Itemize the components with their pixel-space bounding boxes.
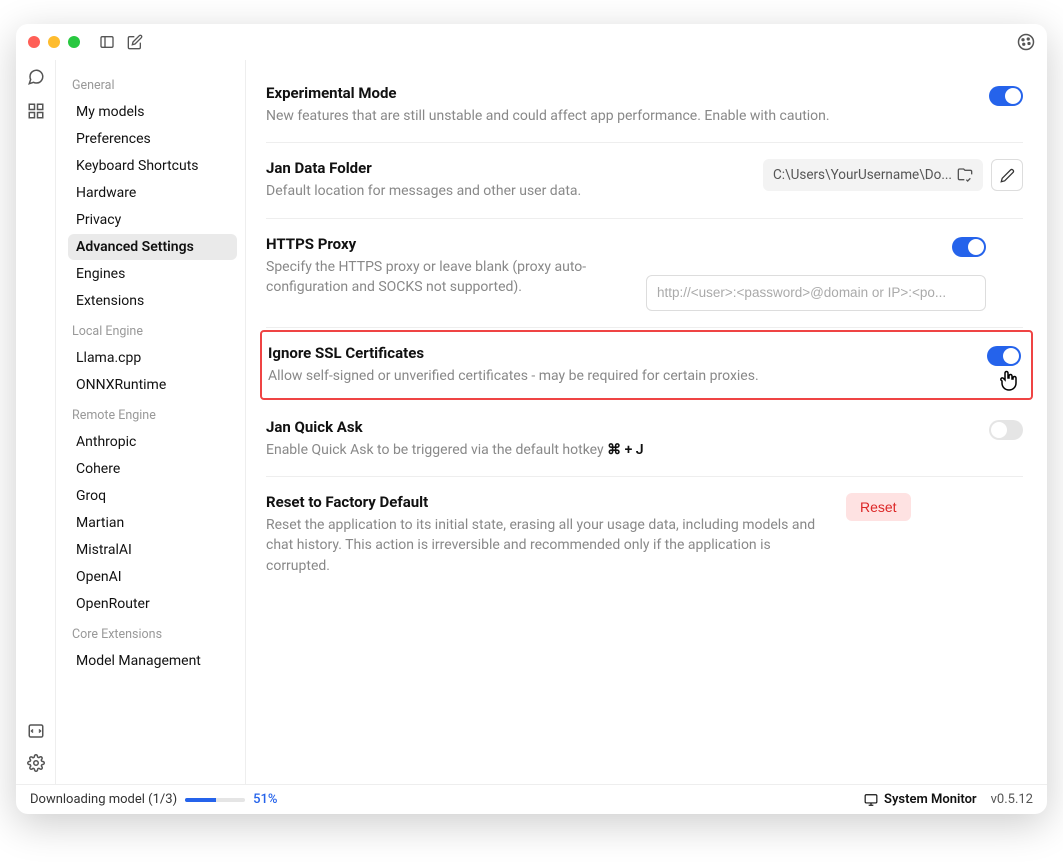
experimental-toggle[interactable] — [989, 86, 1023, 106]
sidebar-item-engines[interactable]: Engines — [68, 261, 237, 287]
settings-main: Experimental Mode New features that are … — [246, 60, 1047, 784]
setting-experimental-mode: Experimental Mode New features that are … — [266, 68, 1023, 143]
code-icon[interactable] — [27, 722, 45, 740]
setting-data-folder: Jan Data Folder Default location for mes… — [266, 143, 1023, 218]
palette-icon[interactable] — [1017, 33, 1035, 51]
setting-desc: Enable Quick Ask to be triggered via the… — [266, 440, 969, 460]
setting-desc: Default location for messages and other … — [266, 181, 743, 201]
left-rail — [16, 60, 56, 784]
setting-title: Reset to Factory Default — [266, 493, 826, 511]
setting-desc: Specify the HTTPS proxy or leave blank (… — [266, 257, 626, 298]
sidebar-item-cohere[interactable]: Cohere — [68, 456, 237, 482]
sidebar-item-llama.cpp[interactable]: Llama.cpp — [68, 345, 237, 371]
proxy-toggle[interactable] — [952, 237, 986, 257]
setting-desc: Allow self-signed or unverified certific… — [268, 366, 967, 386]
setting-title: HTTPS Proxy — [266, 235, 626, 253]
reset-button[interactable]: Reset — [846, 493, 911, 521]
download-percent: 51% — [253, 792, 277, 807]
sidebar-item-extensions[interactable]: Extensions — [68, 288, 237, 314]
data-folder-path[interactable]: C:\Users\YourUsername\Do... — [763, 159, 983, 191]
setting-desc: Reset the application to its initial sta… — [266, 515, 826, 576]
path-text: C:\Users\YourUsername\Do... — [773, 167, 952, 183]
highlighted-setting: Ignore SSL Certificates Allow self-signe… — [260, 330, 1033, 400]
statusbar: Downloading model (1/3) 51% System Monit… — [16, 784, 1047, 814]
close-window-button[interactable] — [28, 36, 40, 48]
version-label: v0.5.12 — [991, 792, 1033, 807]
section-label: General — [72, 78, 237, 93]
sidebar-item-hardware[interactable]: Hardware — [68, 180, 237, 206]
sidebar-item-mistralai[interactable]: MistralAI — [68, 537, 237, 563]
hotkey-label: ⌘ + J — [607, 442, 643, 458]
edit-folder-button[interactable] — [991, 159, 1023, 191]
monitor-icon — [864, 793, 878, 807]
sidebar-item-openai[interactable]: OpenAI — [68, 564, 237, 590]
titlebar — [16, 24, 1047, 60]
sidebar-item-groq[interactable]: Groq — [68, 483, 237, 509]
settings-gear-icon[interactable] — [27, 754, 45, 772]
setting-https-proxy: HTTPS Proxy Specify the HTTPS proxy or l… — [266, 219, 1023, 328]
sidebar-item-preferences[interactable]: Preferences — [68, 126, 237, 152]
download-status: Downloading model (1/3) — [30, 792, 177, 807]
setting-title: Ignore SSL Certificates — [268, 344, 967, 362]
setting-quick-ask: Jan Quick Ask Enable Quick Ask to be tri… — [266, 402, 1023, 477]
chat-icon[interactable] — [27, 68, 45, 86]
setting-title: Jan Data Folder — [266, 159, 743, 177]
sidebar-item-martian[interactable]: Martian — [68, 510, 237, 536]
grid-icon[interactable] — [27, 102, 45, 120]
quickask-toggle[interactable] — [989, 420, 1023, 440]
proxy-input[interactable] — [646, 275, 986, 311]
cursor-hand-icon — [997, 368, 1021, 394]
new-note-icon[interactable] — [126, 33, 144, 51]
sidebar-item-onnxruntime[interactable]: ONNXRuntime — [68, 372, 237, 398]
setting-desc: New features that are still unstable and… — [266, 106, 969, 126]
sidebar-item-keyboard-shortcuts[interactable]: Keyboard Shortcuts — [68, 153, 237, 179]
sidebar-item-openrouter[interactable]: OpenRouter — [68, 591, 237, 617]
sidebar-item-anthropic[interactable]: Anthropic — [68, 429, 237, 455]
minimize-window-button[interactable] — [48, 36, 60, 48]
sidebar-item-my-models[interactable]: My models — [68, 99, 237, 125]
section-label: Local Engine — [72, 324, 237, 339]
section-label: Core Extensions — [72, 627, 237, 642]
maximize-window-button[interactable] — [68, 36, 80, 48]
pencil-icon — [1000, 168, 1015, 183]
setting-reset: Reset to Factory Default Reset the appli… — [266, 477, 1023, 592]
sidebar-item-advanced-settings[interactable]: Advanced Settings — [68, 234, 237, 260]
section-label: Remote Engine — [72, 408, 237, 423]
download-progress — [185, 798, 245, 802]
setting-title: Experimental Mode — [266, 84, 969, 102]
panel-toggle-icon[interactable] — [98, 33, 116, 51]
window-controls — [28, 36, 80, 48]
ssl-toggle[interactable] — [987, 346, 1021, 366]
settings-sidebar: General My modelsPreferencesKeyboard Shor… — [56, 60, 246, 784]
system-monitor-button[interactable]: System Monitor — [864, 792, 977, 807]
folder-icon — [957, 167, 973, 183]
setting-title: Jan Quick Ask — [266, 418, 969, 436]
sidebar-item-model-management[interactable]: Model Management — [68, 648, 237, 674]
sidebar-item-privacy[interactable]: Privacy — [68, 207, 237, 233]
